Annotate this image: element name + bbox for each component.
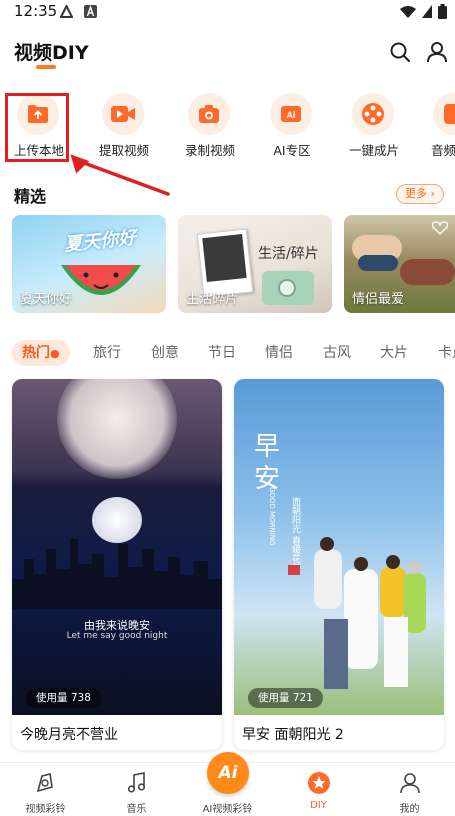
signal-icon [422,5,432,18]
featured-card-life[interactable]: 生活/碎片 生活碎片 [178,215,332,313]
city-skyline [12,539,222,609]
section-title-featured: 精选 [14,187,47,206]
nav-label: 视频彩铃 [25,804,66,815]
tab-travel[interactable]: 旅行 [93,340,121,366]
family-illustration [304,529,426,699]
nav-item-profile[interactable]: 我的 [364,763,455,816]
music-note-icon [127,772,146,793]
camera-prop [262,271,314,305]
video-card-moon[interactable]: 由我来说晚安 Let me say good night 使用量 738 今晚月… [12,379,222,750]
tab-ancient[interactable]: 古风 [323,340,351,366]
video-title: 今晚月亮不营业 [20,727,118,743]
heart-icon [432,221,448,235]
status-bar: 12:35 [0,0,455,26]
nav-item-diy[interactable]: DIY [273,763,364,816]
tab-creative[interactable]: 创意 [151,340,179,366]
featured-overlay-text: 夏天你好 [63,227,138,256]
featured-overlay-text: 生活/碎片 [258,246,319,262]
video-card-morning[interactable]: 早安 面朝阳光 春暖花开 GOOD MORNING 使用量 721 早安 面朝阳… [234,379,444,750]
tab-blockbuster[interactable]: 大片 [380,340,408,366]
page-title: 视频DIY [14,42,89,64]
wifi-icon [400,5,416,18]
user-icon[interactable] [425,40,449,64]
camera-icon [199,105,219,123]
featured-card-couple[interactable]: 情侣最爱 [344,215,455,313]
tab-hot[interactable]: 热门● [12,340,70,366]
couple-figure [400,259,455,285]
tab-couple[interactable]: 情侣 [265,340,293,366]
video-thumbnail: 早安 面朝阳光 春暖花开 GOOD MORNING 使用量 721 [234,379,444,715]
diy-star-icon [308,772,330,794]
tab-festival[interactable]: 节日 [208,340,236,366]
nav-label: 我的 [399,804,420,815]
category-audio[interactable]: 音频 [415,92,455,162]
fire-icon: ● [50,347,60,360]
audio-icon [444,104,455,124]
nav-label: AI视频彩铃 [202,804,253,815]
featured-label: 夏天你好 [20,292,73,307]
category-label: 一键成片 [348,143,399,158]
category-label: AI专区 [273,143,311,158]
film-reel-icon [362,103,384,125]
more-button[interactable]: 更多 › [396,184,444,204]
status-icons [400,4,447,19]
ai-badge-icon[interactable]: Ai [207,752,249,794]
notification-a-icon [84,5,97,18]
nav-item-ringtone[interactable]: 视频彩铃 [0,763,91,816]
video-caption-en: Let me say good night [66,631,168,641]
video-caption-en: GOOD MORNING [268,487,276,546]
profile-icon [400,773,420,794]
video-caption-side: 面朝阳光 春暖花开 [290,497,300,572]
category-one-click[interactable]: 一键成片 [334,92,414,162]
usage-badge: 使用量 738 [26,688,101,708]
red-arrow-icon [70,154,170,196]
title-underline [36,65,56,69]
nav-label: DIY [310,800,327,811]
nav-label: 音乐 [126,804,147,815]
category-ai-zone[interactable]: AI AI专区 [252,92,332,162]
video-title: 早安 面朝阳光 2 [242,727,344,743]
battery-icon [438,4,447,19]
app-notification-icon [60,5,73,18]
nav-item-music[interactable]: 音乐 [91,763,182,816]
video-thumbnail: 由我来说晚安 Let me say good night 使用量 738 [12,379,222,715]
featured-card-summer[interactable]: 夏天你好 夏天你好 [12,215,166,313]
video-caption: 早安 [254,432,281,494]
seal-stamp [288,565,300,575]
ai-icon: AI [281,106,301,122]
usage-badge: 使用量 721 [248,688,323,708]
ringtone-icon [36,773,53,793]
category-record-video[interactable]: 录制视频 [170,92,250,162]
category-label: 录制视频 [184,143,235,158]
featured-label: 生活碎片 [186,292,239,307]
status-time: 12:35 [14,2,58,20]
category-tabs: 热门● 旅行 创意 节日 情侣 古风 大片 卡点 [0,340,455,366]
moon-glow [57,379,177,479]
search-icon[interactable] [388,40,412,64]
svg-text:AI: AI [287,110,296,120]
featured-label: 情侣最爱 [352,292,405,307]
category-label: 音频 [431,143,455,158]
tab-beat[interactable]: 卡点 [438,340,455,366]
video-extract-icon [111,106,135,122]
